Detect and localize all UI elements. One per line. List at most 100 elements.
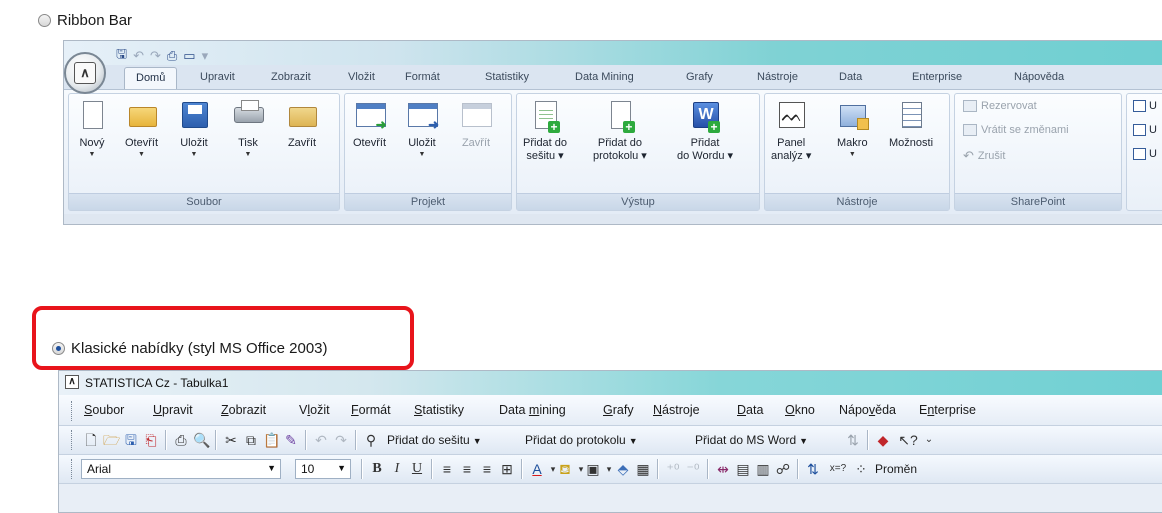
grip-handle[interactable] [71, 430, 74, 450]
redo-icon[interactable]: ↷ [333, 432, 349, 448]
font-color-icon[interactable]: A [529, 461, 545, 477]
tab-nastroje[interactable]: Nástroje [757, 71, 798, 83]
tab-zobrazit[interactable]: Zobrazit [271, 71, 311, 83]
find-binoculars-icon[interactable]: ⚲ [363, 432, 379, 448]
menu-upravit[interactable]: Upravit [153, 403, 193, 417]
print-icon[interactable]: ⎙ [167, 48, 177, 64]
menu-nastroje[interactable]: Nástroje [653, 403, 700, 417]
tab-statistiky[interactable]: Statistiky [485, 71, 529, 83]
tab-format[interactable]: Formát [405, 71, 440, 83]
pdf-icon[interactable]: ⎗ [143, 432, 159, 448]
underline-button[interactable]: U [409, 461, 425, 477]
macro-button[interactable]: Makro ▼ [837, 99, 870, 159]
menu-soubor[interactable]: Soubor [84, 403, 124, 417]
partial-item-3[interactable]: U [1133, 148, 1157, 160]
save-icon[interactable]: 🖫 [116, 45, 127, 67]
tab-vlozit[interactable]: Vložit [348, 71, 375, 83]
bold-button[interactable]: B [369, 461, 385, 477]
context-help-icon[interactable]: ↖? [895, 432, 921, 448]
print-button[interactable]: Tisk ▼ [233, 99, 264, 159]
save-button[interactable]: Uložit ▼ [179, 99, 209, 159]
copy-icon[interactable]: ⧉ [243, 432, 259, 448]
ribbon-bar-radio[interactable] [38, 14, 51, 27]
partial-item-2[interactable]: U [1133, 124, 1157, 136]
window-icon[interactable]: ▭ [183, 48, 195, 64]
menu-zobrazit[interactable]: Zobrazit [221, 403, 266, 417]
align-left-icon[interactable]: ≡ [439, 461, 455, 477]
print-icon[interactable]: ⎙ [173, 432, 189, 448]
grip-handle[interactable] [71, 401, 74, 421]
open-button[interactable]: Otevřít ▼ [125, 99, 158, 159]
subset-icon[interactable]: ⁘ [853, 461, 869, 477]
menu-enterprise[interactable]: Enterprise [919, 403, 976, 417]
new-button[interactable]: Nový ▼ [77, 99, 107, 159]
add-to-word-button[interactable]: W + Přidat do Wordu ▾ [677, 99, 733, 163]
fill-color-icon[interactable]: ⛾ [557, 461, 573, 477]
decimal-decrease-icon[interactable]: ⁻⁰ [685, 461, 701, 477]
grid-icon[interactable]: ▦ [635, 461, 651, 477]
application-button[interactable]: ∧ [64, 52, 106, 94]
add-to-word-menu[interactable]: Přidat do MS Word ▼ [695, 433, 808, 447]
sheet-icon[interactable]: ▥ [755, 461, 771, 477]
toolbar-options-icon[interactable]: ⌄ [921, 432, 937, 448]
analysis-panel-button[interactable]: ᨓ Panel analýz ▾ [771, 99, 811, 163]
tab-enterprise[interactable]: Enterprise [912, 71, 962, 83]
tag-icon[interactable]: ⬘ [615, 461, 631, 477]
add-to-workbook-menu[interactable]: Přidat do sešitu ▼ [387, 433, 482, 447]
variables-button[interactable]: Proměn [875, 462, 917, 476]
recode-icon[interactable]: x=? [827, 461, 849, 477]
tab-napoveda[interactable]: Nápověda [1014, 71, 1064, 83]
tab-grafy[interactable]: Grafy [686, 71, 713, 83]
menu-data-mining[interactable]: Data mining [499, 403, 566, 417]
format-painter-icon[interactable]: ✎ [283, 432, 299, 448]
cut-icon[interactable]: ✂ [223, 432, 239, 448]
new-icon[interactable]: 🗋 [83, 432, 99, 448]
menu-format[interactable]: Formát [351, 403, 391, 417]
menu-statistiky[interactable]: Statistiky [414, 403, 464, 417]
decimal-increase-icon[interactable]: ⁺⁰ [665, 461, 681, 477]
paste-icon[interactable]: 📋 [263, 432, 280, 448]
add-to-workbook-button[interactable]: + Přidat do sešitu ▾ [523, 99, 567, 163]
case-specs-icon[interactable]: ▤ [735, 461, 751, 477]
project-close-button[interactable]: Zavřít [461, 99, 492, 150]
tab-upravit[interactable]: Upravit [200, 71, 235, 83]
menu-okno[interactable]: Okno [785, 403, 815, 417]
tab-domu[interactable]: Domů [124, 67, 178, 91]
badge-icon[interactable]: ◆ [875, 432, 891, 448]
tab-data-mining[interactable]: Data Mining [575, 71, 634, 83]
undo-icon[interactable]: ↶ [133, 48, 144, 64]
font-size-select[interactable]: 10 ▼ [295, 459, 351, 479]
grip-handle[interactable] [71, 459, 74, 479]
align-right-icon[interactable]: ≡ [479, 461, 495, 477]
italic-button[interactable]: I [389, 461, 405, 477]
customize-qat-icon[interactable]: ▾ [202, 48, 209, 64]
add-to-report-button[interactable]: + Přidat do protokolu ▾ [593, 99, 647, 163]
variable-specs-icon[interactable]: ⇹ [715, 461, 731, 477]
align-center-icon[interactable]: ≡ [459, 461, 475, 477]
scissors-grid-icon[interactable]: ☍ [775, 461, 791, 477]
checkin-button[interactable]: Vrátit se změnami [963, 124, 1069, 136]
save-icon[interactable]: 🖫 [123, 432, 139, 448]
menu-napoveda[interactable]: Nápověda [839, 403, 896, 417]
border-icon[interactable]: ▣ [585, 461, 601, 477]
print-preview-icon[interactable]: 🔍 [193, 432, 210, 448]
merge-cells-icon[interactable]: ⊞ [499, 461, 515, 477]
menu-data[interactable]: Data [737, 403, 763, 417]
sharepoint-icon[interactable]: ⇅ [845, 432, 861, 448]
partial-item-1[interactable]: U [1133, 100, 1157, 112]
project-save-button[interactable]: ➜ Uložit ▼ [407, 99, 439, 159]
discard-button[interactable]: ↶ Zrušit [963, 148, 1005, 164]
undo-icon[interactable]: ↶ [313, 432, 329, 448]
menu-vlozit[interactable]: Vložit [299, 403, 330, 417]
options-button[interactable]: Možnosti [889, 99, 933, 150]
ribbon-bar-option[interactable]: Ribbon Bar [38, 12, 132, 29]
open-icon[interactable]: 🗁 [103, 432, 120, 448]
tab-data[interactable]: Data [839, 71, 862, 83]
close-button[interactable]: Zavřít [287, 99, 317, 150]
reserve-button[interactable]: Rezervovat [963, 100, 1037, 112]
sort-icon[interactable]: ⇅ [805, 461, 821, 477]
menu-grafy[interactable]: Grafy [603, 403, 634, 417]
add-to-report-menu[interactable]: Přidat do protokolu ▼ [525, 433, 638, 447]
font-name-select[interactable]: Arial ▼ [81, 459, 281, 479]
project-open-button[interactable]: ➜ Otevřít [353, 99, 387, 150]
